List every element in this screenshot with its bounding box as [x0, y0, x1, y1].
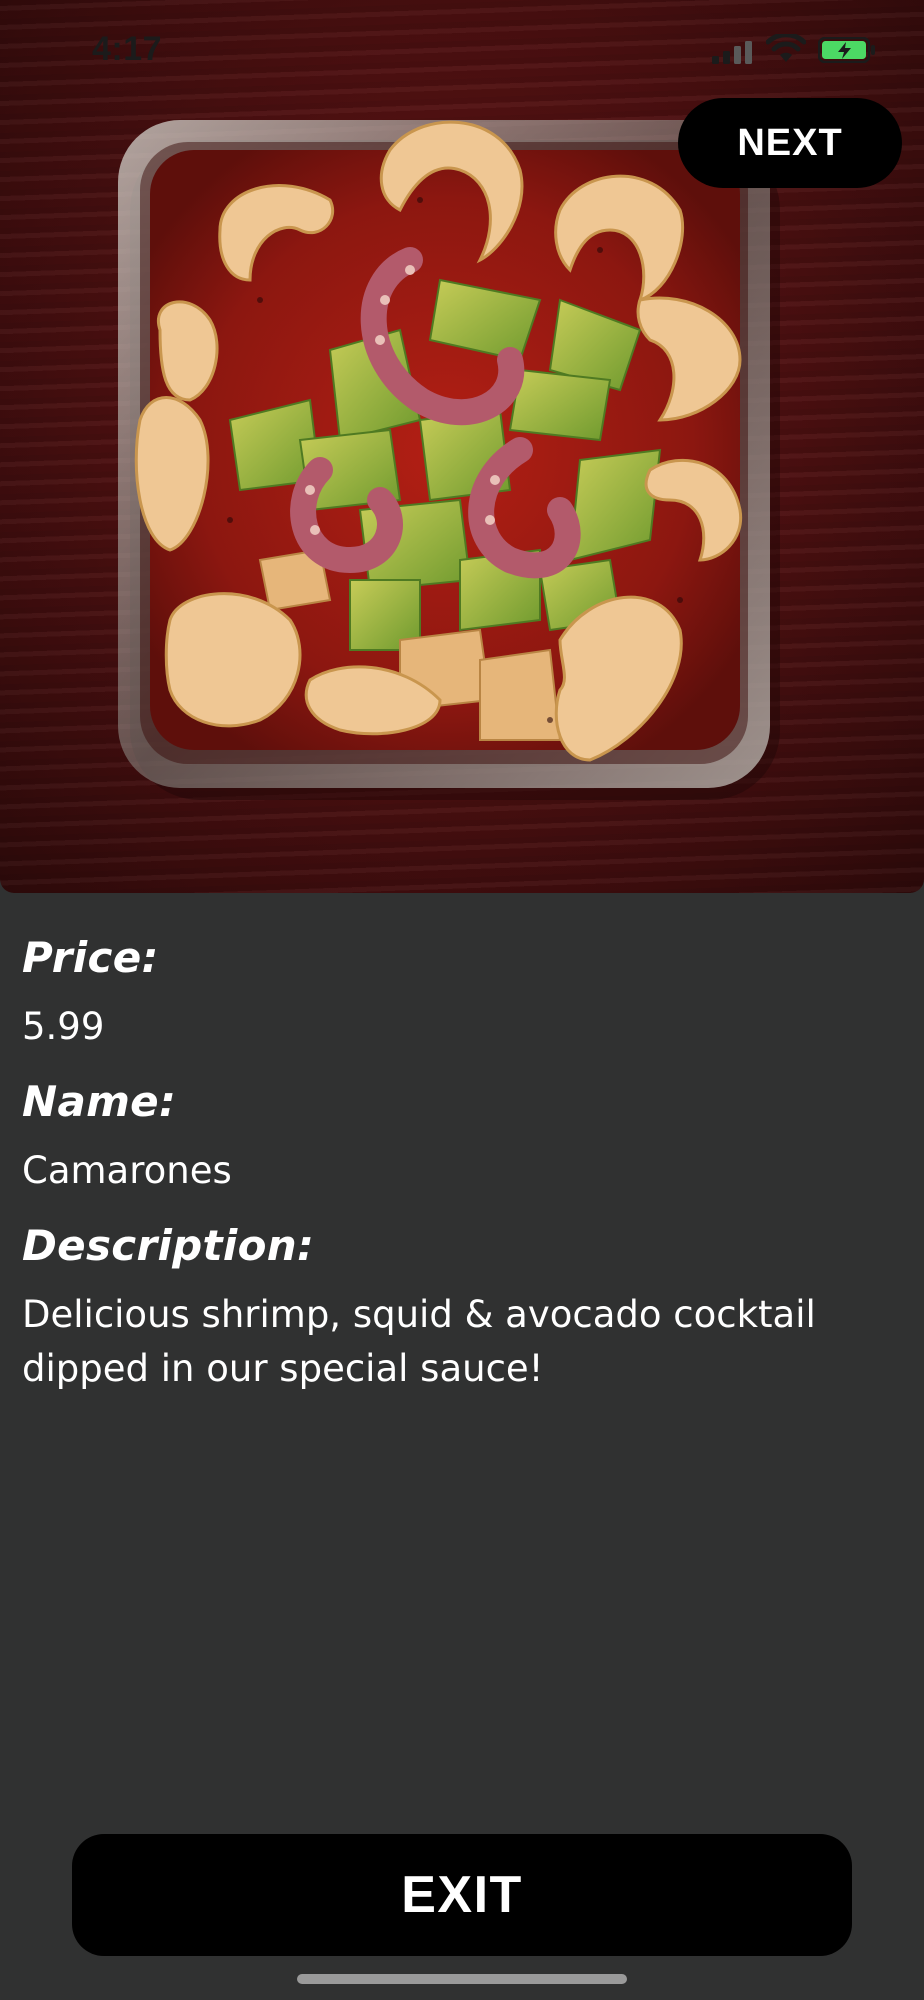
name-label: Name:	[22, 1077, 177, 1126]
price-label: Price:	[22, 933, 159, 982]
description-value: Delicious shrimp, squid & avocado cockta…	[22, 1293, 816, 1390]
home-indicator	[297, 1974, 627, 1984]
item-details: Price: 5.99 Name: Camarones Description:…	[22, 930, 902, 1416]
price-value: 5.99	[22, 1005, 105, 1048]
next-button[interactable]: NEXT	[678, 98, 902, 188]
exit-button[interactable]: EXIT	[72, 1834, 852, 1956]
dish-photo: 4:17 NEXT	[0, 0, 924, 893]
status-time: 4:17	[92, 30, 163, 68]
menu-item-screen: 4:17 NEXT Price: 5.99 Name: Camarones De…	[0, 0, 924, 2000]
name-value: Camarones	[22, 1149, 232, 1192]
status-bar: 4:17	[0, 0, 924, 100]
description-label: Description:	[22, 1221, 315, 1270]
